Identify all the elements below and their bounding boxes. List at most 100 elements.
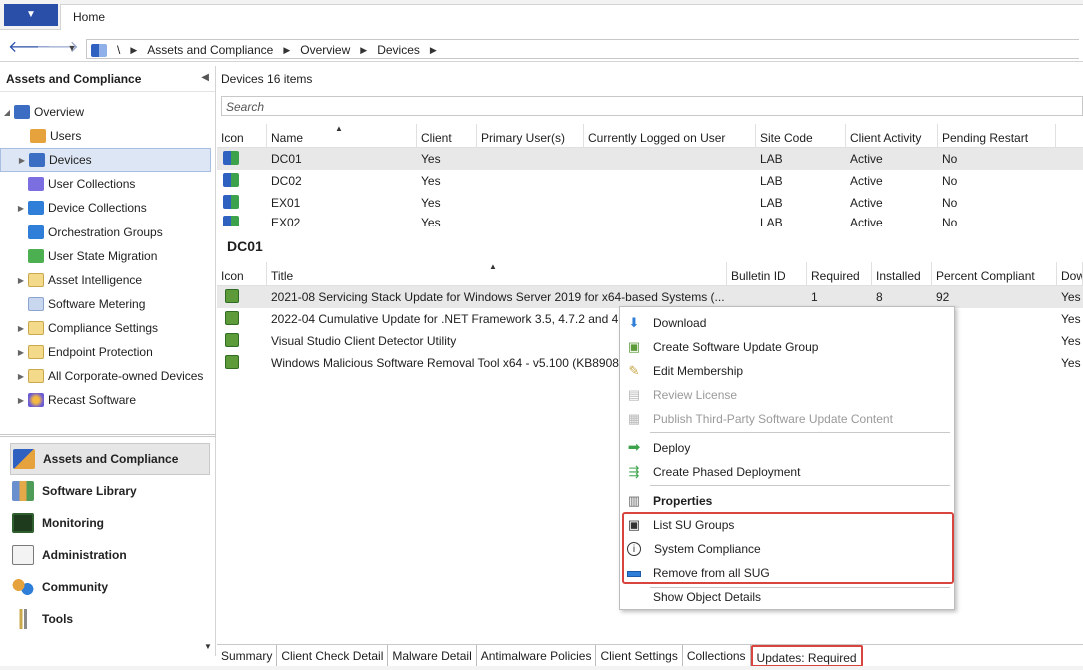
menu-item-label: Download <box>653 316 707 330</box>
column-header-bulletin-id[interactable]: Bulletin ID <box>727 262 807 285</box>
expand-arrow-icon[interactable]: ◢ <box>0 108 14 117</box>
table-row[interactable]: 2021-08 Servicing Stack Update for Windo… <box>217 286 1083 308</box>
breadcrumb-overview[interactable]: Overview <box>300 43 350 57</box>
tab-client-settings[interactable]: Client Settings <box>596 645 683 667</box>
cell-pending-restart: No <box>942 174 958 188</box>
expand-arrow-icon[interactable]: ▶ <box>14 204 28 213</box>
workspace-community[interactable]: Community <box>0 571 216 603</box>
tree-item-devices[interactable]: ▶ Devices <box>0 148 211 172</box>
tab-collections[interactable]: Collections <box>683 645 751 667</box>
expand-arrow-icon[interactable]: ▶ <box>14 396 28 405</box>
user-state-migration-icon <box>28 249 44 263</box>
back-icon[interactable]: 🡐 <box>8 38 51 58</box>
tree-item-recast-software[interactable]: ▶ Recast Software <box>0 388 215 412</box>
file-menu-button[interactable]: ▼ <box>4 4 58 26</box>
table-row[interactable]: EX01 Yes LAB Active No <box>217 192 1083 214</box>
column-header-icon[interactable]: Icon <box>217 124 267 147</box>
cell-client: Yes <box>421 196 441 210</box>
tree-item-user-collections[interactable]: User Collections <box>0 172 215 196</box>
expand-arrow-icon[interactable]: ▶ <box>14 324 28 333</box>
tree-item-compliance-settings[interactable]: ▶ Compliance Settings <box>0 316 215 340</box>
menu-item-publish-third-party[interactable]: ▦ Publish Third-Party Software Update Con… <box>620 407 954 431</box>
tab-summary[interactable]: Summary <box>217 645 278 667</box>
workspace-administration[interactable]: Administration <box>0 539 216 571</box>
ribbon: ▼ Home <box>0 0 1083 30</box>
workspace-label: Monitoring <box>42 516 104 530</box>
breadcrumb-separator-icon[interactable]: ▶ <box>430 45 437 56</box>
cell-downloaded: Yes <box>1061 290 1081 304</box>
tab-malware-detail[interactable]: Malware Detail <box>388 645 477 667</box>
software-update-icon <box>225 332 239 347</box>
forward-icon[interactable]: 🡒 <box>36 38 79 58</box>
menu-item-label: Edit Membership <box>653 364 744 378</box>
column-header-client-activity[interactable]: Client Activity <box>846 124 938 147</box>
column-header-icon[interactable]: Icon <box>217 262 267 285</box>
tree-item-users[interactable]: Users <box>0 124 215 148</box>
breadcrumb-separator-icon[interactable]: ▶ <box>283 45 290 56</box>
tree-item-software-metering[interactable]: Software Metering <box>0 292 215 316</box>
cell-client: Yes <box>421 152 441 166</box>
table-row[interactable]: DC02 Yes LAB Active No <box>217 170 1083 192</box>
column-header-pending-restart[interactable]: Pending Restart <box>938 124 1056 147</box>
expand-arrow-icon[interactable]: ▶ <box>14 348 28 357</box>
menu-item-edit-membership[interactable]: ✎ Edit Membership <box>620 359 954 383</box>
collapse-pane-icon[interactable]: ◀ <box>201 72 209 83</box>
device-client-icon <box>223 150 239 165</box>
devices-count: 16 items <box>267 72 313 86</box>
tree-item-asset-intelligence[interactable]: ▶ Asset Intelligence <box>0 268 215 292</box>
expand-arrow-icon[interactable]: ▶ <box>14 276 28 285</box>
tree-item-endpoint-protection[interactable]: ▶ Endpoint Protection <box>0 340 215 364</box>
history-dropdown-icon[interactable]: ▼ <box>62 38 82 58</box>
menu-item-review-license[interactable]: ▤ Review License <box>620 383 954 407</box>
tab-home[interactable]: Home <box>60 4 1083 30</box>
software-update-icon <box>225 310 239 325</box>
workspace-overflow-icon[interactable]: ▼ <box>204 642 212 651</box>
console-root-icon[interactable] <box>91 43 107 57</box>
expand-arrow-icon[interactable]: ▶ <box>14 372 28 381</box>
column-header-downloaded[interactable]: Dow <box>1057 262 1083 285</box>
column-header-logged-on-user[interactable]: Currently Logged on User <box>584 124 756 147</box>
tree-item-all-corporate-owned-devices[interactable]: ▶ All Corporate-owned Devices <box>0 364 215 388</box>
cell-required: 1 <box>811 290 818 304</box>
expand-arrow-icon[interactable]: ▶ <box>15 156 29 165</box>
tab-client-check-detail[interactable]: Client Check Detail <box>277 645 389 667</box>
tab-antimalware-policies[interactable]: Antimalware Policies <box>477 645 597 667</box>
menu-item-create-software-update-group[interactable]: ▣ Create Software Update Group <box>620 335 954 359</box>
tree-item-device-collections[interactable]: ▶ Device Collections <box>0 196 215 220</box>
menu-item-create-phased-deployment[interactable]: ⇶ Create Phased Deployment <box>620 460 954 484</box>
cell-client: Yes <box>421 174 441 188</box>
overview-icon <box>14 105 30 119</box>
breadcrumb-devices[interactable]: Devices <box>377 43 420 57</box>
cell-name: EX02 <box>271 216 301 226</box>
tree-item-label: Device Collections <box>48 201 147 215</box>
workspace-assets-and-compliance[interactable]: Assets and Compliance <box>10 443 210 475</box>
column-header-installed[interactable]: Installed <box>872 262 932 285</box>
table-row[interactable]: EX02 Yes LAB Active No <box>217 214 1083 226</box>
tree-item-overview[interactable]: ◢ Overview <box>0 100 215 124</box>
workspace-tools[interactable]: Tools <box>0 603 216 635</box>
column-header-title[interactable]: Title <box>267 262 727 285</box>
tree-item-orchestration-groups[interactable]: Orchestration Groups <box>0 220 215 244</box>
search-input[interactable]: Search <box>221 96 1083 116</box>
table-row[interactable]: DC01 Yes LAB Active No <box>217 148 1083 170</box>
breadcrumb-separator-icon[interactable]: ▶ <box>130 45 137 56</box>
edit-icon: ✎ <box>628 363 640 378</box>
column-header-site-code[interactable]: Site Code <box>756 124 846 147</box>
menu-item-download[interactable]: ⬇ Download <box>620 311 954 335</box>
column-header-percent-compliant[interactable]: Percent Compliant <box>932 262 1057 285</box>
column-header-required[interactable]: Required <box>807 262 872 285</box>
workspace-monitoring[interactable]: Monitoring <box>0 507 216 539</box>
tree-item-label: Recast Software <box>48 393 137 407</box>
column-header-client[interactable]: Client <box>417 124 477 147</box>
menu-item-properties[interactable]: ▥ Properties <box>620 489 954 513</box>
workspace-software-library[interactable]: Software Library <box>0 475 216 507</box>
cell-site-code: LAB <box>760 174 783 188</box>
tab-updates-required[interactable]: Updates: Required <box>750 645 863 667</box>
breadcrumb-assets-and-compliance[interactable]: Assets and Compliance <box>147 43 273 57</box>
breadcrumb-root[interactable]: \ <box>117 43 120 57</box>
column-header-primary-users[interactable]: Primary User(s) <box>477 124 584 147</box>
breadcrumb-separator-icon[interactable]: ▶ <box>360 45 367 56</box>
tree-item-user-state-migration[interactable]: User State Migration <box>0 244 215 268</box>
menu-item-deploy[interactable]: ➡ Deploy <box>620 436 954 460</box>
menu-item-show-object-details[interactable]: Show Object Details <box>620 585 954 609</box>
